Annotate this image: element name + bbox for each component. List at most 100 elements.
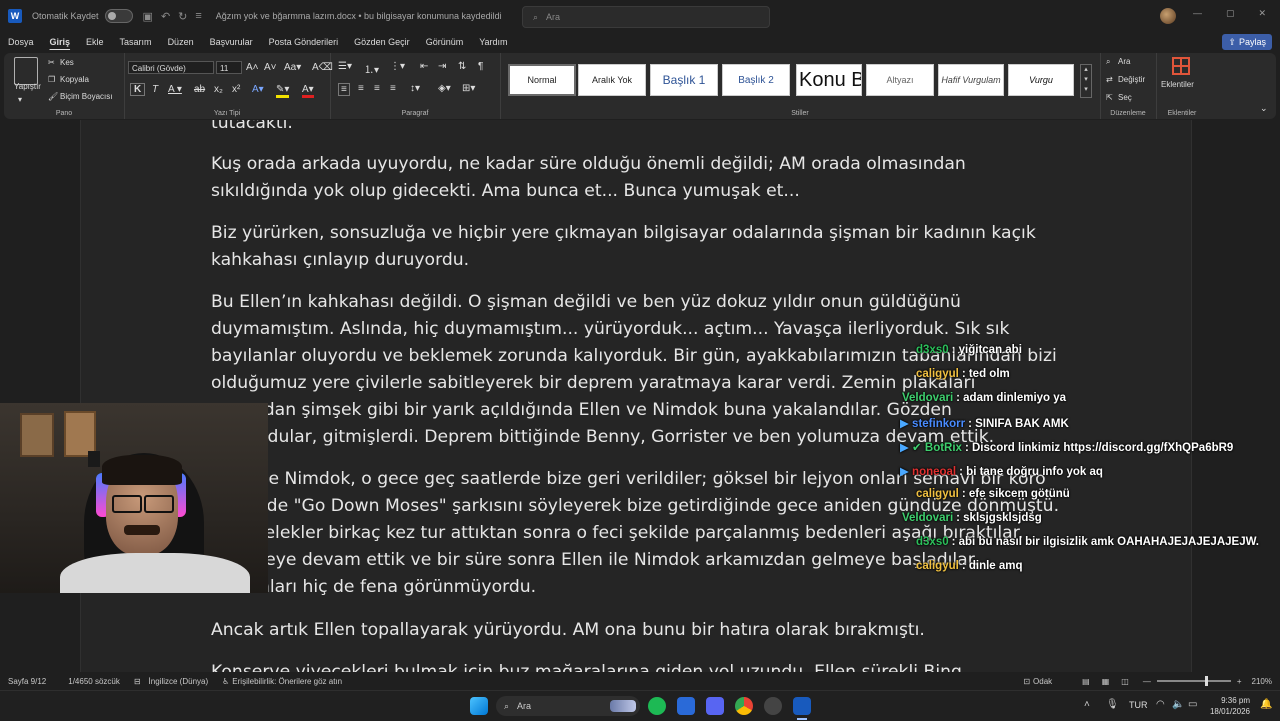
spotify-icon[interactable] [648,697,666,715]
italic-icon[interactable]: T [152,84,158,95]
zoom-out-icon[interactable]: — [1143,677,1151,686]
highlight-icon[interactable]: ✎▾ [276,84,290,98]
microphone-icon[interactable]: 🎙 [1106,699,1119,710]
grow-font-icon[interactable]: A˄ [246,62,259,73]
bullets-icon[interactable]: ☰▾ [338,61,352,72]
numbering-icon[interactable]: ⒈▾ [364,61,379,76]
language-status[interactable]: İngilizce (Dünya) [149,677,209,686]
tab-1[interactable]: Giriş [42,37,79,47]
battery-icon[interactable]: ▭ [1188,699,1197,710]
format-painter-button[interactable]: Biçim Boyacısı [60,92,112,101]
accessibility-status[interactable]: Erişilebilirlik: Önerilere göz atın [232,677,342,686]
cut-icon[interactable]: ✂ [48,58,55,67]
tab-4[interactable]: Düzen [160,37,202,47]
find-icon[interactable]: ⌕ [1106,57,1110,67]
styles-scroll[interactable]: ▴ ▾ ▾ [1080,64,1092,98]
subscript-icon[interactable]: x₂ [214,84,223,95]
style-4[interactable]: Konu Başlığı [796,64,862,96]
cut-button[interactable]: Kes [60,58,74,67]
style-7[interactable]: Vurgu [1008,64,1074,96]
close-icon[interactable]: ✕ [1258,8,1266,19]
autosave-toggle[interactable] [104,9,133,23]
web-layout-icon[interactable]: ◫ [1121,677,1129,686]
style-3[interactable]: Başlık 2 [722,64,790,96]
zoom-slider[interactable] [1156,676,1231,686]
multilevel-list-icon[interactable]: ⋮▾ [390,61,405,72]
language-indicator[interactable]: TUR [1129,700,1148,710]
focus-button[interactable]: Odak [1033,677,1052,686]
obs-icon[interactable] [764,697,782,715]
style-5[interactable]: Altyazı [866,64,934,96]
tab-2[interactable]: Ekle [78,37,112,47]
focus-icon[interactable]: ⊡ [1023,677,1030,686]
decrease-indent-icon[interactable]: ⇤ [420,61,428,72]
find-button[interactable]: Ara [1118,57,1130,66]
tab-8[interactable]: Görünüm [418,37,472,47]
style-1[interactable]: Aralık Yok [578,64,646,96]
tab-3[interactable]: Tasarım [112,37,160,47]
search-input[interactable]: ⌕ Ara [522,6,770,28]
discord-icon[interactable] [706,697,724,715]
document-title[interactable]: Ağzım yok ve bğarmma lazım.docx • bu bil… [216,11,502,21]
copy-button[interactable]: Kopyala [60,75,89,84]
save-icon[interactable]: ▣ [143,10,153,23]
word-taskbar-icon[interactable] [793,697,811,715]
notifications-icon[interactable]: 🔔 [1260,699,1272,710]
paragraph[interactable]: tutacaktı. [211,120,1061,137]
redo-icon[interactable]: ↻ [178,10,187,23]
proofing-icon[interactable]: ⊟ [134,677,141,686]
start-icon[interactable] [470,697,488,715]
select-button[interactable]: Seç [1118,93,1132,102]
paste-dropdown-icon[interactable]: ▾ [18,95,22,104]
minimize-icon[interactable]: — [1193,8,1202,19]
avatar[interactable] [1160,8,1176,24]
replace-button[interactable]: Değiştir [1118,75,1145,84]
tab-0[interactable]: Dosya [0,37,42,47]
text-effects-icon[interactable]: A▾ [252,84,264,95]
chrome-icon[interactable] [735,697,753,715]
format-painter-icon[interactable]: 🖌 [48,92,58,101]
select-icon[interactable]: ⇱ [1106,93,1113,102]
undo-icon[interactable]: ↶ [161,10,170,23]
addins-button[interactable]: Eklentiler [1161,80,1194,89]
paragraph[interactable]: Biz yürürken, sonsuzluğa ve hiçbir yere … [211,220,1061,274]
tab-6[interactable]: Posta Gönderileri [261,37,347,47]
paragraph[interactable]: Kuş orada arkada uyuyordu, ne kadar süre… [211,151,1061,205]
shading-icon[interactable]: ◈▾ [438,83,451,94]
line-spacing-icon[interactable]: ↕▾ [410,83,420,94]
share-button[interactable]: ⇪ Paylaş [1222,34,1272,50]
word-count[interactable]: 1/4650 sözcük [68,677,120,686]
style-0[interactable]: Normal [508,64,576,96]
wifi-icon[interactable]: ◠ [1156,699,1165,710]
font-name-dropdown[interactable]: Calibri (Gövde) [128,61,214,74]
align-center-icon[interactable]: ≡ [358,83,364,94]
style-6[interactable]: Hafif Vurgulam [938,64,1004,96]
align-left-icon[interactable]: ≡ [338,83,350,96]
shrink-font-icon[interactable]: A˅ [264,62,277,73]
tab-5[interactable]: Başvurular [202,37,261,47]
tab-7[interactable]: Gözden Geçir [346,37,418,47]
tray-overflow-icon[interactable]: ˄ [1084,699,1090,710]
style-2[interactable]: Başlık 1 [650,64,718,96]
zoom-level[interactable]: 210% [1252,677,1272,686]
page-count[interactable]: Sayfa 9/12 [8,677,46,686]
superscript-icon[interactable]: x² [232,84,240,95]
underline-icon[interactable]: A ▾ [168,84,182,95]
paste-icon[interactable] [14,57,38,85]
align-right-icon[interactable]: ≡ [374,83,380,94]
zoom-slider-thumb[interactable] [1204,676,1208,686]
read-mode-icon[interactable]: ▤ [1082,677,1090,686]
font-color-icon[interactable]: A▾ [302,84,314,98]
sort-icon[interactable]: ⇅ [458,61,466,72]
taskbar-search[interactable]: ⌕ Ara [496,696,640,716]
clock[interactable]: 9:36 pm 18/01/2026 [1206,695,1250,717]
paste-button[interactable]: Yapıştır [14,82,41,91]
bold-icon[interactable]: K [130,83,146,96]
collapse-ribbon-icon[interactable]: ⌄ [1260,103,1268,114]
tab-9[interactable]: Yardım [471,37,515,47]
copy-icon[interactable]: ❐ [48,75,55,84]
change-case-icon[interactable]: Aa▾ [284,62,301,73]
font-size-dropdown[interactable]: 11 [216,61,242,74]
steam-like-icon[interactable] [677,697,695,715]
volume-icon[interactable]: 🔈 [1172,699,1184,710]
